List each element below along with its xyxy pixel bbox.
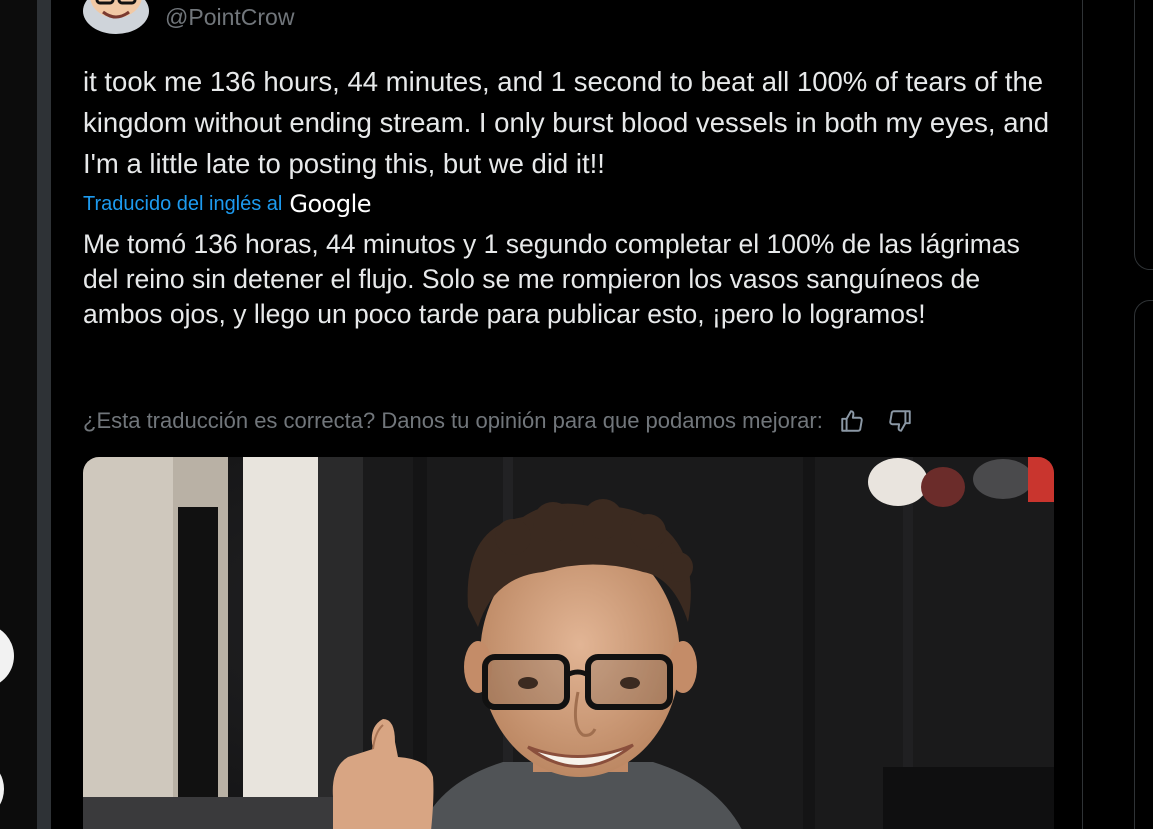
tweet-viewport: @PointCrow it took me 136 hours, 44 minu…: [0, 0, 1153, 829]
author-handle[interactable]: @PointCrow: [165, 4, 294, 31]
feedback-prompt: ¿Esta traducción es correcta? Danos tu o…: [83, 408, 823, 433]
avatar[interactable]: [83, 0, 149, 34]
thumbs-down-icon[interactable]: [885, 406, 915, 436]
tweet-media-photo[interactable]: [83, 457, 1054, 829]
timeline-left-border: [37, 0, 51, 829]
timeline-right-border: [1082, 0, 1083, 829]
translated-from-label[interactable]: Traducido del inglés al: [83, 193, 282, 216]
thumbs-up-icon[interactable]: [837, 406, 867, 436]
translation-feedback: ¿Esta traducción es correcta? Danos tu o…: [83, 404, 933, 438]
tweet-text: it took me 136 hours, 44 minutes, and 1 …: [83, 66, 1050, 179]
translation-attribution: Traducido del inglés al Google: [83, 190, 372, 218]
google-logo: Google: [289, 190, 372, 218]
right-sidebar-card: [1134, 300, 1153, 829]
right-sidebar-card: [1134, 0, 1153, 270]
translated-text: Me tomó 136 horas, 44 minutos y 1 segund…: [83, 229, 1020, 329]
left-gutter: [0, 0, 38, 829]
